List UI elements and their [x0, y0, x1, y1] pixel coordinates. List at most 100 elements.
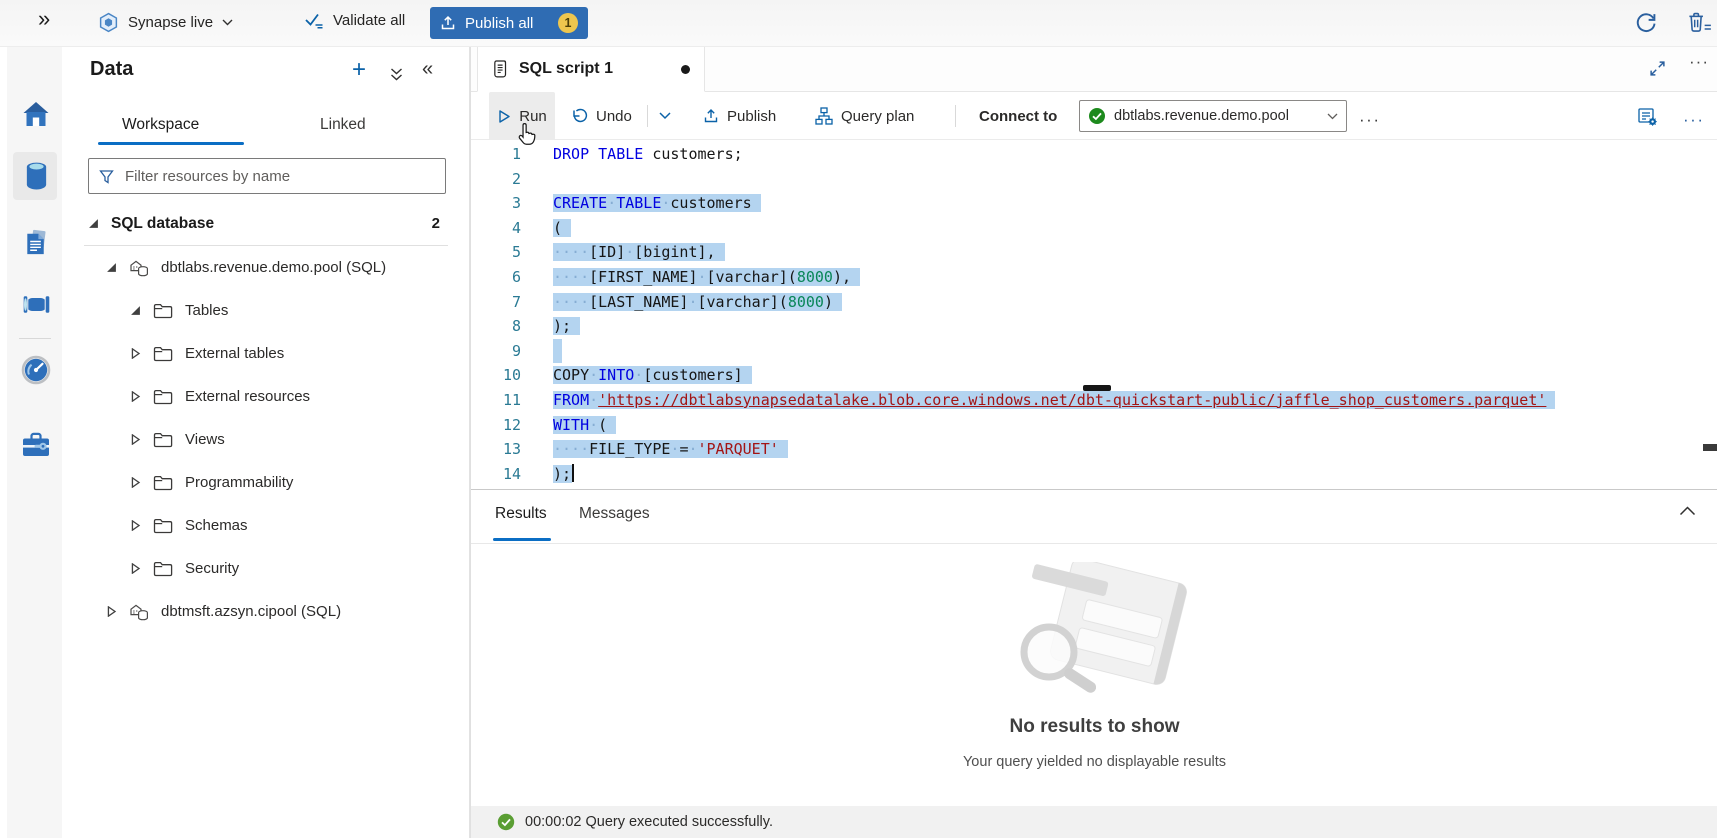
collapsed-chevron-icon[interactable] — [130, 520, 142, 531]
code-line[interactable]: 6····[FIRST_NAME]·[varchar](8000), — [471, 265, 1717, 290]
tree-item[interactable]: dbtlabs.revenue.demo.pool (SQL) — [62, 246, 470, 289]
line-number: 8 — [471, 314, 553, 339]
results-splitter-grip[interactable] — [1083, 385, 1111, 391]
publish-all-button[interactable]: Publish all 1 — [430, 7, 588, 39]
code-line[interactable]: 5····[ID]·[bigint], — [471, 240, 1717, 265]
tab-linked[interactable]: Linked — [320, 116, 366, 134]
collapse-tree-icon[interactable] — [390, 68, 403, 82]
properties-icon[interactable] — [1637, 106, 1658, 127]
tree-item[interactable]: dbtmsft.azsyn.cipool (SQL) — [62, 590, 470, 633]
toolbar-separator — [647, 105, 648, 127]
nav-integrate-icon[interactable] — [17, 284, 55, 324]
code-line[interactable]: 11FROM·'https://dbtlabsynapsedatalake.bl… — [471, 388, 1717, 413]
line-number: 11 — [471, 388, 553, 413]
code-line[interactable]: 4( — [471, 216, 1717, 241]
code-line[interactable]: 1DROP TABLE customers; — [471, 142, 1717, 167]
filter-resources-input[interactable] — [123, 167, 435, 186]
sql-code-editor[interactable]: 1DROP TABLE customers;23CREATE·TABLE·cus… — [471, 142, 1717, 486]
refresh-icon[interactable] — [1634, 11, 1658, 35]
selection-highlight: ( — [553, 219, 571, 237]
code-token-pl: [customers] — [643, 366, 742, 384]
nav-monitor-icon[interactable] — [17, 350, 55, 390]
code-token-ws: · — [688, 440, 697, 458]
code-line[interactable]: 14); — [471, 462, 1717, 487]
editor-more-icon[interactable]: ··· — [1683, 96, 1704, 144]
tree-item-label: Schemas — [185, 517, 248, 534]
query-plan-button[interactable]: Query plan — [815, 92, 914, 140]
code-token-ws: · — [688, 293, 697, 311]
collapsed-chevron-icon[interactable] — [130, 563, 142, 574]
expanded-chevron-icon[interactable] — [106, 262, 118, 273]
line-number: 1 — [471, 142, 553, 167]
tree-item[interactable]: Security — [62, 547, 470, 590]
nav-data-icon[interactable] — [17, 156, 55, 196]
connect-to-label: Connect to — [979, 92, 1057, 140]
code-line[interactable]: 8); — [471, 314, 1717, 339]
code-line[interactable]: 12WITH·( — [471, 413, 1717, 438]
pool-select-dropdown[interactable]: dbtlabs.revenue.demo.pool — [1079, 100, 1347, 132]
selection-highlight: WITH·( — [553, 416, 616, 434]
nav-develop-icon[interactable] — [17, 222, 55, 262]
collapsed-chevron-icon[interactable] — [130, 348, 142, 359]
collapsed-chevron-icon[interactable] — [130, 391, 142, 402]
play-icon — [497, 109, 511, 124]
selection-highlight: ); — [553, 317, 580, 335]
collapse-panel-icon[interactable]: « — [422, 58, 433, 81]
tree-item[interactable]: External tables — [62, 332, 470, 375]
collapsed-chevron-icon[interactable] — [130, 434, 142, 445]
undo-button[interactable]: Undo — [571, 92, 632, 140]
collapsed-chevron-icon[interactable] — [106, 606, 118, 617]
run-options-chevron[interactable] — [659, 92, 671, 140]
tree-item-label: dbtlabs.revenue.demo.pool (SQL) — [161, 259, 386, 276]
publish-script-button[interactable]: Publish — [703, 92, 776, 140]
expanded-chevron-icon[interactable] — [130, 305, 142, 316]
run-button[interactable]: Run — [489, 92, 555, 140]
tab-workspace[interactable]: Workspace — [122, 116, 199, 134]
no-results-illustration — [979, 562, 1209, 714]
publish-upload-icon — [703, 108, 719, 124]
expanded-chevron-icon[interactable] — [88, 218, 100, 229]
code-line[interactable]: 3CREATE·TABLE·customers — [471, 191, 1717, 216]
tree-item[interactable]: SQL database2 — [62, 202, 470, 245]
filter-resources-box[interactable] — [88, 158, 446, 194]
code-token-ws: · — [607, 194, 616, 212]
code-token-kw: TABLE — [616, 194, 661, 212]
collapsed-chevron-icon[interactable] — [130, 477, 142, 488]
folder-icon — [153, 388, 174, 405]
code-line[interactable]: 7····[LAST_NAME]·[varchar](8000) — [471, 290, 1717, 315]
publish-script-label: Publish — [727, 108, 776, 125]
nav-manage-icon[interactable] — [17, 424, 55, 464]
tab-sql-script-1[interactable]: SQL script 1 — [477, 46, 705, 92]
code-line[interactable]: 9 — [471, 339, 1717, 364]
expand-editor-icon[interactable] — [1649, 60, 1666, 77]
tab-results[interactable]: Results — [495, 505, 547, 523]
toolbar-more-icon[interactable]: ··· — [1359, 96, 1380, 144]
tree-item[interactable]: Views — [62, 418, 470, 461]
code-token-pl: [varchar]( — [698, 293, 788, 311]
tree-item[interactable]: Tables — [62, 289, 470, 332]
add-resource-icon[interactable]: + — [352, 56, 366, 84]
tree-item[interactable]: External resources — [62, 375, 470, 418]
environment-switcher[interactable]: Synapse live — [98, 12, 233, 33]
data-explorer-panel: Data + « Workspace Linked SQL database2d… — [62, 46, 470, 838]
status-message: 00:00:02 Query executed successfully. — [525, 814, 773, 830]
validate-all-button[interactable]: Validate all — [304, 12, 405, 29]
discard-all-trash-icon[interactable] — [1686, 10, 1712, 34]
left-nav-rail — [7, 46, 62, 838]
code-line[interactable]: 13····FILE_TYPE·=·'PARQUET' — [471, 437, 1717, 462]
code-token-pl: ( — [598, 416, 607, 434]
tab-messages[interactable]: Messages — [579, 505, 650, 523]
tree-item[interactable]: Schemas — [62, 504, 470, 547]
tab-bar-more-icon[interactable]: ··· — [1689, 52, 1709, 72]
code-token-ws: · — [589, 416, 598, 434]
sql-pool-icon — [129, 258, 150, 278]
code-token-ws: · — [698, 268, 707, 286]
tree-item[interactable]: Programmability — [62, 461, 470, 504]
code-line[interactable]: 2 — [471, 167, 1717, 192]
line-number: 14 — [471, 462, 553, 487]
expand-panel-icon[interactable]: » — [38, 6, 50, 32]
nav-home-icon[interactable] — [17, 94, 55, 134]
code-token-kw: TABLE — [598, 145, 643, 163]
folder-icon — [153, 302, 174, 319]
collapse-results-chevron-icon[interactable] — [1679, 506, 1696, 516]
